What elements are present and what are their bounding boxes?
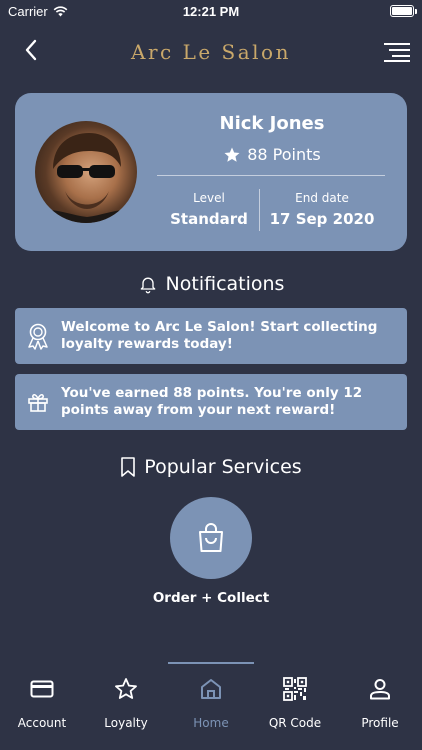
tab-account[interactable]: Account bbox=[0, 676, 84, 736]
tab-home[interactable]: Home bbox=[169, 676, 253, 736]
notifications-title: Notifications bbox=[165, 273, 285, 295]
profile-name: Nick Jones bbox=[219, 113, 325, 134]
status-time: 12:21 PM bbox=[182, 4, 240, 19]
tab-bar: Account Loyalty Home QR Code Profile bbox=[0, 662, 422, 750]
points-row: 88 Points bbox=[159, 145, 385, 164]
tab-profile[interactable]: Profile bbox=[338, 676, 422, 736]
qr-code-icon bbox=[283, 677, 307, 701]
notification-text: You've earned 88 points. You're only 12 … bbox=[61, 385, 363, 418]
gift-icon bbox=[28, 393, 48, 412]
services-heading: Popular Services bbox=[0, 456, 422, 478]
bell-icon bbox=[140, 277, 155, 294]
end-date-value: 17 Sep 2020 bbox=[269, 210, 375, 228]
level-label: Level bbox=[193, 191, 225, 205]
tab-label: Loyalty bbox=[104, 716, 148, 730]
battery-tip bbox=[415, 9, 417, 14]
avatar[interactable] bbox=[35, 121, 137, 223]
notification-item[interactable]: You've earned 88 points. You're only 12 … bbox=[15, 374, 407, 430]
brand-logo: Arc Le Salon bbox=[131, 40, 291, 64]
award-ribbon-icon bbox=[28, 323, 48, 350]
avatar-image bbox=[35, 133, 137, 223]
shopping-bag-icon bbox=[199, 523, 223, 552]
active-tab-indicator bbox=[168, 662, 254, 664]
card-vertical-divider bbox=[259, 189, 260, 231]
nav-bar: Arc Le Salon bbox=[0, 30, 422, 74]
battery-icon bbox=[390, 5, 414, 17]
tab-loyalty[interactable]: Loyalty bbox=[84, 676, 168, 736]
order-collect-button[interactable] bbox=[170, 497, 252, 579]
service-label: Order + Collect bbox=[152, 590, 270, 606]
menu-icon bbox=[384, 43, 410, 62]
tab-label: Profile bbox=[361, 716, 399, 730]
profile-card: Nick Jones 88 Points Level Standard End … bbox=[15, 93, 407, 251]
tab-qr-code[interactable]: QR Code bbox=[253, 676, 337, 736]
points-value: 88 Points bbox=[247, 145, 321, 164]
star-icon bbox=[115, 678, 137, 699]
card-divider bbox=[157, 175, 385, 176]
bookmark-icon bbox=[121, 457, 136, 477]
tab-label: QR Code bbox=[268, 716, 322, 730]
star-filled-icon bbox=[224, 147, 240, 162]
card-icon bbox=[30, 680, 54, 698]
menu-button[interactable] bbox=[384, 42, 410, 62]
home-icon bbox=[201, 679, 221, 699]
services-title: Popular Services bbox=[144, 456, 302, 478]
tab-label: Account bbox=[17, 716, 67, 730]
notification-item[interactable]: Welcome to Arc Le Salon! Start collectin… bbox=[15, 308, 407, 364]
notification-text: Welcome to Arc Le Salon! Start collectin… bbox=[61, 319, 378, 352]
notifications-heading: Notifications bbox=[0, 273, 422, 295]
status-bar: Carrier 12:21 PM bbox=[0, 0, 422, 22]
end-date-label: End date bbox=[295, 191, 349, 205]
user-icon bbox=[370, 679, 390, 700]
tab-label: Home bbox=[193, 716, 229, 730]
level-value: Standard bbox=[170, 210, 248, 228]
